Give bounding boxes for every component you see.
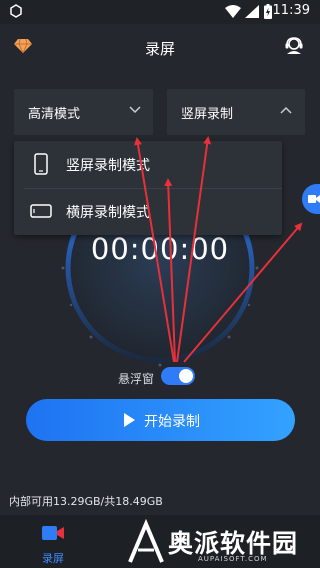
watermark-subtext: AUPAISOFT.COM — [198, 555, 268, 563]
arrow-to-quality-dropdown — [134, 137, 175, 363]
nav-item-record-label: 录屏 — [42, 552, 64, 565]
storage-info: 内部可用13.29GB/共18.49GB — [9, 495, 163, 508]
watermark-logo: 奥派软件园 AUPAISOFT.COM — [126, 518, 320, 568]
arrow-to-floating-handle — [183, 222, 303, 363]
record-tab-icon — [42, 526, 64, 540]
annotation-arrows — [134, 136, 303, 363]
nav-item-record[interactable]: 录屏 — [30, 515, 80, 568]
arrow-to-orientation-dropdown — [176, 136, 212, 363]
